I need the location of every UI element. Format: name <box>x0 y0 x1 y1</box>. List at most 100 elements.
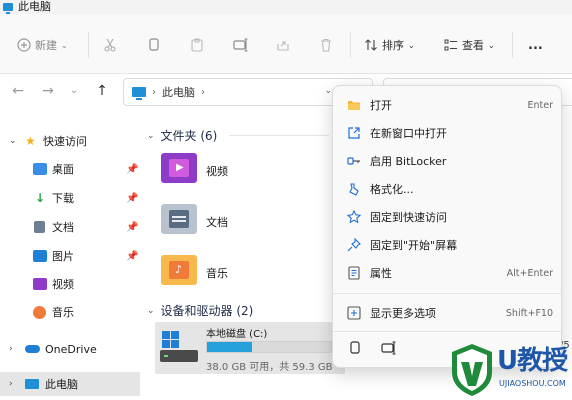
group-header-devices[interactable]: ⌄ 设备和驱动器 (2) <box>147 302 253 319</box>
menu-item-label: 属性 <box>370 267 392 280</box>
star-icon <box>347 210 361 224</box>
sidebar-item-this-pc[interactable]: › 此电脑 <box>0 372 140 396</box>
pin-icon[interactable]: 📌 <box>126 164 138 175</box>
sidebar-item-label: 下载 <box>52 192 74 205</box>
clipboard-icon <box>191 38 203 52</box>
share-button[interactable] <box>276 34 290 56</box>
folder-documents[interactable]: 文档 <box>161 200 281 240</box>
breadcrumb-chevron-icon: › <box>201 86 205 98</box>
sidebar-item-label: 视频 <box>52 278 74 291</box>
breadcrumb-chevron-icon: › <box>152 86 156 98</box>
menu-item-label: 在新窗口中打开 <box>370 127 447 140</box>
share-icon <box>277 41 289 51</box>
divider <box>229 135 329 136</box>
watermark-text: U教授 <box>497 346 568 376</box>
sidebar-item-label: 音乐 <box>52 306 74 319</box>
new-button-label: 新建 <box>35 39 57 52</box>
menu-item-label: 显示更多选项 <box>370 307 436 320</box>
sidebar-item-onedrive[interactable]: › OneDrive <box>0 337 140 361</box>
sidebar-item-downloads[interactable]: ↓ 下载 📌 <box>0 186 140 210</box>
up-button[interactable]: ↑ <box>94 83 110 99</box>
picture-icon <box>33 250 47 262</box>
sidebar-item-quick-access[interactable]: ⌄ ★ 快速访问 <box>0 129 140 153</box>
copy-icon[interactable] <box>347 340 363 356</box>
more-options-icon <box>347 306 361 320</box>
new-window-icon <box>348 127 360 139</box>
forward-button[interactable]: → <box>40 83 56 99</box>
menu-item-open[interactable]: 打开 Enter <box>337 91 559 119</box>
menu-item-pin-quick-access[interactable]: 固定到快速访问 <box>337 203 559 231</box>
copy-button[interactable] <box>147 34 161 56</box>
menu-item-label: 固定到快速访问 <box>370 211 447 224</box>
sidebar-item-desktop[interactable]: 桌面 📌 <box>0 157 140 181</box>
new-button[interactable]: 新建 ⌄ <box>17 34 68 56</box>
pin-icon[interactable]: 📌 <box>126 251 138 262</box>
sidebar-item-label: 图片 <box>52 250 74 263</box>
delete-button[interactable] <box>319 34 333 56</box>
context-menu: 打开 Enter 在新窗口中打开 启用 BitLocker 格式化... 固定到… <box>332 85 562 368</box>
cloud-icon <box>25 345 40 353</box>
watermark-logo: U教授 UJIAOSHOU.COM <box>449 340 572 400</box>
window-title: 此电脑 <box>18 0 51 13</box>
sidebar-item-label: 文档 <box>52 221 74 234</box>
menu-item-label: 格式化... <box>370 183 414 196</box>
command-bar: 新建 ⌄ 排序 ⌄ 查看 ⌄ ... <box>0 14 572 74</box>
open-folder-icon <box>348 101 360 110</box>
menu-item-shortcut: Enter <box>527 99 554 111</box>
view-list-icon <box>444 39 457 51</box>
pin-icon <box>347 238 361 252</box>
toolbar-divider <box>88 32 89 58</box>
document-icon <box>34 221 45 233</box>
breadcrumb-this-pc[interactable]: 此电脑 <box>162 84 195 100</box>
see-more-button[interactable]: ... <box>528 34 543 56</box>
address-dropdown-icon[interactable]: ⌄ <box>324 86 332 96</box>
rename-button[interactable] <box>233 34 249 56</box>
chevron-down-icon: ⌄ <box>147 305 155 316</box>
menu-item-label: 启用 BitLocker <box>370 155 447 168</box>
rename-icon <box>233 38 248 52</box>
sidebar-item-videos[interactable]: 视频 <box>0 272 140 296</box>
drive-usage-bar <box>206 341 332 353</box>
sidebar-item-label: 桌面 <box>52 163 74 176</box>
sort-button[interactable]: 排序 ⌄ <box>364 34 415 56</box>
menu-item-pin-start[interactable]: 固定到"开始"屏幕 <box>337 231 559 259</box>
cut-button[interactable] <box>103 34 117 56</box>
copy-icon <box>149 38 159 51</box>
paste-button[interactable] <box>190 34 204 56</box>
chevron-down-icon: ⌄ <box>9 136 17 146</box>
rename-icon[interactable] <box>381 340 397 356</box>
download-icon: ↓ <box>35 191 46 205</box>
folder-music[interactable]: ♪ 音乐 <box>161 251 281 291</box>
recent-locations-button[interactable]: ⌄ <box>66 83 82 99</box>
menu-item-label: 固定到"开始"屏幕 <box>370 239 458 252</box>
watermark-domain: UJIAOSHOU.COM <box>499 379 566 388</box>
sort-icon <box>365 39 377 51</box>
menu-item-open-new-window[interactable]: 在新窗口中打开 <box>337 119 559 147</box>
format-icon <box>349 183 359 196</box>
pin-icon[interactable]: 📌 <box>126 222 138 233</box>
properties-icon <box>348 266 360 280</box>
video-icon <box>33 278 47 290</box>
drive-name: 本地磁盘 (C:) <box>206 329 268 340</box>
chevron-right-icon: › <box>9 379 13 389</box>
menu-item-format[interactable]: 格式化... <box>337 175 559 203</box>
pin-icon[interactable]: 📌 <box>126 193 138 204</box>
drive-c[interactable]: 本地磁盘 (C:) 38.0 GB 可用，共 59.3 GB <box>155 322 345 374</box>
back-button[interactable]: ← <box>10 83 26 99</box>
menu-divider <box>333 293 561 294</box>
sidebar-item-documents[interactable]: 文档 📌 <box>0 215 140 239</box>
menu-item-shortcut: Alt+Enter <box>506 267 553 279</box>
sidebar-item-music[interactable]: 音乐 <box>0 300 140 324</box>
sidebar-item-pictures[interactable]: 图片 📌 <box>0 244 140 268</box>
menu-item-bitlocker[interactable]: 启用 BitLocker <box>337 147 559 175</box>
folder-videos[interactable]: ▶ 视频 <box>161 149 281 189</box>
bitlocker-key-icon <box>347 157 360 165</box>
navigation-pane: ⌄ ★ 快速访问 桌面 📌 ↓ 下载 📌 文档 📌 图片 📌 视频 音乐 › O… <box>0 120 140 400</box>
chevron-right-icon: › <box>9 344 13 354</box>
more-label: ... <box>528 37 543 53</box>
menu-divider <box>333 331 561 332</box>
menu-item-properties[interactable]: 属性 Alt+Enter <box>337 259 559 287</box>
group-header-folders[interactable]: ⌄ 文件夹 (6) <box>147 127 217 144</box>
menu-item-show-more-options[interactable]: 显示更多选项 Shift+F10 <box>337 299 559 327</box>
view-button[interactable]: 查看 ⌄ <box>444 34 495 56</box>
